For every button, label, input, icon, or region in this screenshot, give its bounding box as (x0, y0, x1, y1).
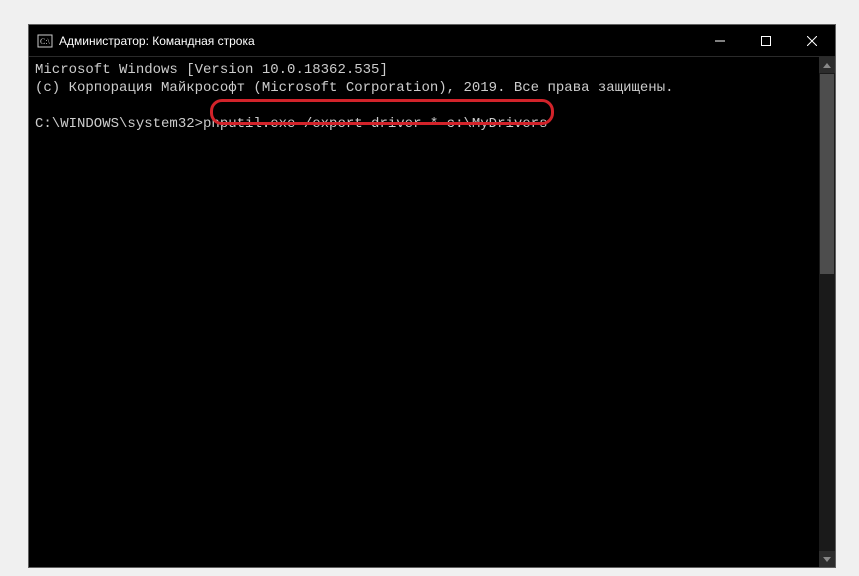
titlebar[interactable]: C:\ Администратор: Командная строка (29, 25, 835, 57)
command-prompt-window: C:\ Администратор: Командная строка Micr… (28, 24, 836, 568)
maximize-button[interactable] (743, 25, 789, 56)
minimize-button[interactable] (697, 25, 743, 56)
vertical-scrollbar[interactable] (819, 57, 835, 567)
client-area: Microsoft Windows [Version 10.0.18362.53… (29, 57, 835, 567)
copyright-line: (c) Корпорация Майкрософт (Microsoft Cor… (35, 80, 674, 96)
window-controls (697, 25, 835, 56)
scroll-down-arrow[interactable] (819, 551, 835, 567)
terminal-output[interactable]: Microsoft Windows [Version 10.0.18362.53… (29, 57, 819, 567)
svg-text:C:\: C:\ (40, 37, 51, 46)
command-text: pnputil.exe /export-driver * c:\MyDriver… (203, 116, 547, 132)
cmd-icon: C:\ (37, 33, 53, 49)
window-title: Администратор: Командная строка (59, 34, 697, 48)
prompt: C:\WINDOWS\system32> (35, 116, 203, 132)
scroll-up-arrow[interactable] (819, 57, 835, 73)
version-line: Microsoft Windows [Version 10.0.18362.53… (35, 62, 388, 78)
close-button[interactable] (789, 25, 835, 56)
scroll-thumb[interactable] (820, 74, 834, 274)
